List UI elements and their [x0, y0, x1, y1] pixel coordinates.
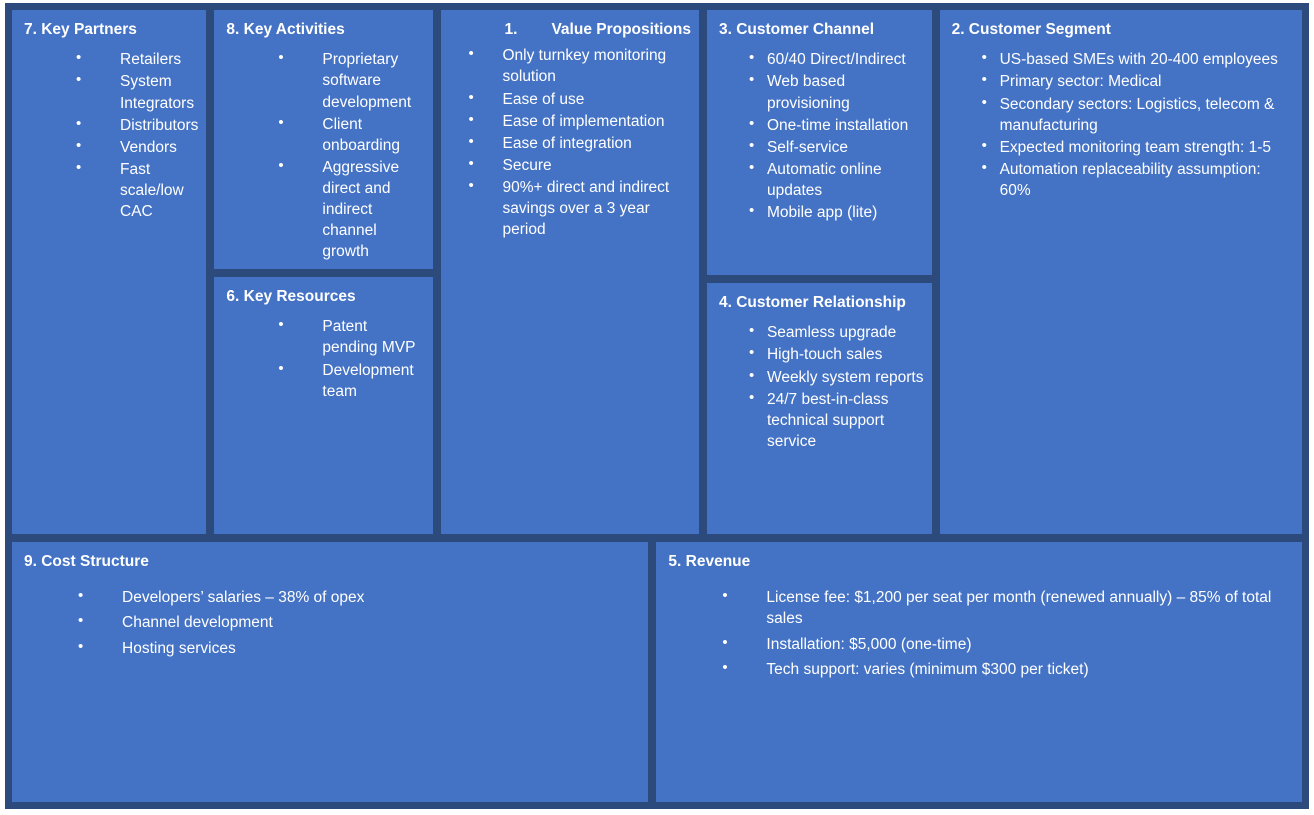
- list-item: Vendors: [72, 136, 198, 158]
- value-propositions-number: 1.: [504, 21, 518, 38]
- list-item: Development team: [274, 359, 424, 402]
- list-item: Expected monitoring team strength: 1-5: [978, 136, 1294, 158]
- list-item: Aggressive direct and indirect channel g…: [274, 156, 424, 262]
- list-item: Web based provisioning: [745, 70, 924, 113]
- list-item: Mobile app (lite): [745, 201, 924, 223]
- list-item: Distributors: [72, 114, 198, 136]
- canvas-top-row: 7. Key Partners Retailers System Integra…: [12, 10, 1302, 534]
- customer-channel-list: 60/40 Direct/Indirect Web based provisio…: [745, 48, 924, 223]
- value-propositions-title-text: Value Propositions: [551, 21, 691, 38]
- list-item: Secondary sectors: Logistics, telecom & …: [978, 93, 1294, 136]
- block-title-key-partners: 7. Key Partners: [24, 21, 137, 38]
- block-key-partners[interactable]: 7. Key Partners Retailers System Integra…: [12, 10, 207, 534]
- list-item: Automatic online updates: [745, 158, 924, 201]
- key-partners-list: Retailers System Integrators Distributor…: [72, 48, 198, 222]
- list-item: Patent pending MVP: [274, 315, 424, 358]
- list-item: Hosting services: [74, 637, 640, 659]
- block-key-resources[interactable]: 6. Key Resources Patent pending MVP Deve…: [214, 277, 433, 534]
- list-item: High-touch sales: [745, 343, 924, 365]
- canvas-bottom-row: 9. Cost Structure Developers’ salaries –…: [12, 542, 1302, 802]
- list-item: Automation replaceability assumption: 60…: [978, 158, 1294, 201]
- customer-segment-list: US-based SMEs with 20-400 employees Prim…: [978, 48, 1294, 201]
- block-title-customer-relationship: 4. Customer Relationship: [718, 294, 906, 311]
- business-model-canvas: 7. Key Partners Retailers System Integra…: [5, 3, 1309, 809]
- block-title-key-resources: 6. Key Resources: [226, 288, 356, 305]
- column-value-propositions: 1. Value Propositions Only turnkey monito…: [440, 10, 699, 534]
- list-item: Primary sector: Medical: [978, 70, 1294, 92]
- block-title-customer-segment: 2. Customer Segment: [951, 21, 1111, 38]
- cost-structure-list: Developers’ salaries – 38% of opex Chann…: [74, 586, 640, 659]
- list-item: One-time installation: [745, 114, 924, 136]
- list-item: System Integrators: [72, 70, 198, 113]
- list-item: Retailers: [72, 48, 198, 70]
- key-resources-list: Patent pending MVP Development team: [274, 315, 424, 402]
- list-item: Installation: $5,000 (one-time): [718, 633, 1294, 655]
- column-key-activities-resources: 8. Key Activities Proprietary software d…: [214, 10, 433, 534]
- block-revenue[interactable]: 5. Revenue License fee: $1,200 per seat …: [656, 542, 1302, 802]
- block-title-revenue: 5. Revenue: [668, 553, 751, 570]
- list-item: Tech support: varies (minimum $300 per t…: [718, 658, 1294, 680]
- list-item: 90%+ direct and indirect savings over a …: [459, 176, 691, 240]
- column-customer-segment: 2. Customer Segment US-based SMEs with 2…: [939, 10, 1302, 534]
- revenue-list: License fee: $1,200 per seat per month (…: [718, 586, 1294, 680]
- list-item: Weekly system reports: [745, 366, 924, 388]
- block-title-value-propositions: 1. Value Propositions: [453, 20, 691, 39]
- list-item: 24/7 best-in-class technical support ser…: [745, 388, 924, 452]
- block-cost-structure[interactable]: 9. Cost Structure Developers’ salaries –…: [12, 542, 649, 802]
- list-item: License fee: $1,200 per seat per month (…: [718, 586, 1294, 629]
- list-item: 60/40 Direct/Indirect: [745, 48, 924, 70]
- list-item: US-based SMEs with 20-400 employees: [978, 48, 1294, 70]
- list-item: Ease of use: [459, 88, 691, 110]
- customer-relationship-list: Seamless upgrade High-touch sales Weekly…: [745, 321, 924, 452]
- key-activities-list: Proprietary software development Client …: [274, 48, 424, 262]
- block-title-customer-channel: 3. Customer Channel: [718, 21, 874, 38]
- list-item: Only turnkey monitoring solution: [459, 44, 691, 87]
- list-item: Proprietary software development: [274, 48, 424, 112]
- list-item: Client onboarding: [274, 113, 424, 156]
- block-key-activities[interactable]: 8. Key Activities Proprietary software d…: [214, 10, 433, 269]
- block-value-propositions[interactable]: 1. Value Propositions Only turnkey monito…: [440, 10, 699, 534]
- list-item: Channel development: [74, 611, 640, 633]
- column-key-partners: 7. Key Partners Retailers System Integra…: [12, 10, 207, 534]
- list-item: Seamless upgrade: [745, 321, 924, 343]
- block-customer-segment[interactable]: 2. Customer Segment US-based SMEs with 2…: [939, 10, 1302, 534]
- block-title-key-activities: 8. Key Activities: [226, 21, 345, 38]
- block-customer-channel[interactable]: 3. Customer Channel 60/40 Direct/Indirec…: [706, 10, 932, 275]
- list-item: Secure: [459, 154, 691, 176]
- list-item: Ease of integration: [459, 132, 691, 154]
- list-item: Self-service: [745, 136, 924, 158]
- list-item: Developers’ salaries – 38% of opex: [74, 586, 640, 608]
- value-propositions-list: Only turnkey monitoring solution Ease of…: [459, 44, 691, 240]
- block-title-cost-structure: 9. Cost Structure: [24, 553, 149, 570]
- list-item: Ease of implementation: [459, 110, 691, 132]
- list-item: Fast scale/low CAC: [72, 158, 198, 222]
- block-customer-relationship[interactable]: 4. Customer Relationship Seamless upgrad…: [706, 283, 932, 534]
- column-customer-channel-relationship: 3. Customer Channel 60/40 Direct/Indirec…: [706, 10, 932, 534]
